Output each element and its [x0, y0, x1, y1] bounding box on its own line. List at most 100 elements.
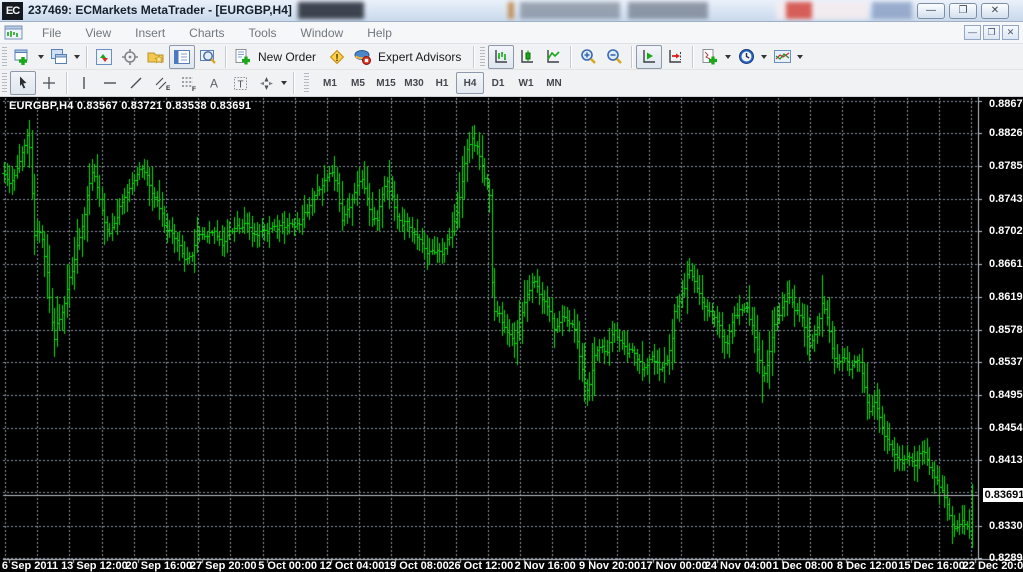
- price-axis-label: 0.84130: [989, 454, 1023, 466]
- timeframe-button-h4[interactable]: H4: [456, 72, 484, 94]
- line-chart-button[interactable]: [540, 45, 566, 69]
- timeframe-button-w1[interactable]: W1: [512, 72, 540, 94]
- time-axis-label: 5 Oct 00:00: [258, 560, 317, 572]
- new-order-label[interactable]: New Order: [258, 50, 316, 64]
- timeframe-button-mn[interactable]: MN: [540, 72, 568, 94]
- minimize-button[interactable]: —: [917, 3, 945, 19]
- time-axis-label: 26 Oct 12:00: [448, 560, 513, 572]
- time-axis-label: 27 Sep 20:00: [190, 560, 257, 572]
- text-button[interactable]: A: [201, 71, 227, 95]
- time-axis-label: 2 Nov 16:00: [515, 560, 576, 572]
- background-blob: [872, 2, 912, 19]
- menu-bar: FileViewInsertChartsToolsWindowHelp — ❐ …: [0, 22, 1023, 44]
- alert-icon[interactable]: !: [324, 45, 350, 69]
- timeframe-button-m1[interactable]: M1: [316, 72, 344, 94]
- terminal-button[interactable]: [169, 45, 195, 69]
- timeframe-button-m15[interactable]: M15: [372, 72, 400, 94]
- close-button[interactable]: ✕: [981, 3, 1009, 19]
- timeframe-button-h1[interactable]: H1: [428, 72, 456, 94]
- background-blob: [786, 2, 812, 19]
- templates-dropdown[interactable]: [795, 45, 805, 69]
- price-axis-label: 0.87850: [989, 160, 1023, 172]
- chart-area[interactable]: EURGBP,H4 0.83567 0.83721 0.83538 0.8369…: [0, 97, 1023, 572]
- equidistant-channel-button[interactable]: E: [149, 71, 175, 95]
- toolbar-separator: [692, 46, 693, 68]
- strategy-tester-button[interactable]: [195, 45, 221, 69]
- new-chart-dropdown[interactable]: [36, 45, 46, 69]
- arrows-button[interactable]: [253, 71, 279, 95]
- time-axis-label: 1 Dec 08:00: [773, 560, 834, 572]
- cursor-button[interactable]: [10, 71, 36, 95]
- indicators-dropdown[interactable]: [723, 45, 733, 69]
- menu-item-view[interactable]: View: [73, 24, 123, 42]
- line-studies-toolbar: E F A T: [0, 70, 1023, 97]
- auto-scroll-button[interactable]: [636, 45, 662, 69]
- time-axis-label: 24 Nov 04:00: [705, 560, 772, 572]
- background-blob: [508, 2, 514, 19]
- menu-item-help[interactable]: Help: [355, 24, 404, 42]
- bar-chart-button[interactable]: [488, 45, 514, 69]
- mdi-minimize-button[interactable]: —: [964, 25, 981, 40]
- menu-item-file[interactable]: File: [30, 24, 73, 42]
- metatrader-window: EC 237469: ECMarkets MetaTrader - [EURGB…: [0, 0, 1023, 572]
- expert-advisors-button[interactable]: [350, 45, 376, 69]
- periods-button[interactable]: [733, 45, 759, 69]
- time-axis-label: 12 Oct 04:00: [320, 560, 385, 572]
- menu-item-insert[interactable]: Insert: [123, 24, 177, 42]
- time-axis-label: 15 Dec 16:00: [898, 560, 965, 572]
- mdi-close-button[interactable]: ✕: [1002, 25, 1019, 40]
- vertical-line-button[interactable]: [71, 71, 97, 95]
- candlestick-chart-button[interactable]: [514, 45, 540, 69]
- time-axis-label: 9 Nov 20:00: [579, 560, 640, 572]
- toolbar-separator: [86, 46, 87, 68]
- periods-dropdown[interactable]: [759, 45, 769, 69]
- menu-item-window[interactable]: Window: [289, 24, 356, 42]
- title-bar[interactable]: EC 237469: ECMarkets MetaTrader - [EURGB…: [0, 0, 1023, 22]
- profiles-button[interactable]: [46, 45, 72, 69]
- svg-text:F: F: [192, 86, 196, 92]
- toolbar-separator: [570, 46, 571, 68]
- menu-item-charts[interactable]: Charts: [177, 24, 236, 42]
- zoom-out-button[interactable]: [601, 45, 627, 69]
- profiles-dropdown[interactable]: [72, 45, 82, 69]
- toolbar-separator: [631, 46, 632, 68]
- price-axis-label: 0.86190: [989, 291, 1023, 303]
- toolbar-grip[interactable]: [304, 73, 309, 93]
- maximize-button[interactable]: ❐: [949, 3, 977, 19]
- ohlc-info-label: EURGBP,H4 0.83567 0.83721 0.83538 0.8369…: [9, 100, 251, 112]
- timeframe-button-d1[interactable]: D1: [484, 72, 512, 94]
- menu-item-tools[interactable]: Tools: [237, 24, 289, 42]
- background-blob: [628, 2, 708, 19]
- templates-button[interactable]: [769, 45, 795, 69]
- mdi-restore-button[interactable]: ❐: [983, 25, 1000, 40]
- text-label-button[interactable]: T: [227, 71, 253, 95]
- navigator-button[interactable]: [143, 45, 169, 69]
- toolbar-grip[interactable]: [2, 73, 7, 93]
- fibonacci-button[interactable]: F: [175, 71, 201, 95]
- arrows-dropdown[interactable]: [279, 71, 289, 95]
- toolbar-separator: [66, 72, 67, 94]
- new-chart-button[interactable]: [10, 45, 36, 69]
- new-order-button[interactable]: [230, 45, 256, 69]
- horizontal-line-button[interactable]: [97, 71, 123, 95]
- window-title: 237469: ECMarkets MetaTrader - [EURGBP,H…: [28, 3, 292, 17]
- indicators-button[interactable]: [697, 45, 723, 69]
- zoom-in-button[interactable]: [575, 45, 601, 69]
- data-window-button[interactable]: [117, 45, 143, 69]
- expert-advisors-label[interactable]: Expert Advisors: [378, 50, 461, 64]
- crosshair-button[interactable]: [36, 71, 62, 95]
- current-price-tag: 0.83691: [983, 488, 1023, 502]
- toolbar-grip[interactable]: [2, 47, 7, 67]
- price-axis-label: 0.88670: [989, 98, 1023, 110]
- price-axis-label: 0.85780: [989, 324, 1023, 336]
- toolbar-grip[interactable]: [480, 47, 485, 67]
- price-axis-label: 0.85370: [989, 356, 1023, 368]
- trend-line-button[interactable]: [123, 71, 149, 95]
- timeframe-button-m5[interactable]: M5: [344, 72, 372, 94]
- timeframe-button-m30[interactable]: M30: [400, 72, 428, 94]
- time-axis-label: 20 Sep 16:00: [125, 560, 192, 572]
- price-axis-label: 0.87430: [989, 193, 1023, 205]
- price-chart-canvas[interactable]: [0, 97, 1023, 572]
- chart-shift-button[interactable]: [662, 45, 688, 69]
- market-watch-button[interactable]: [91, 45, 117, 69]
